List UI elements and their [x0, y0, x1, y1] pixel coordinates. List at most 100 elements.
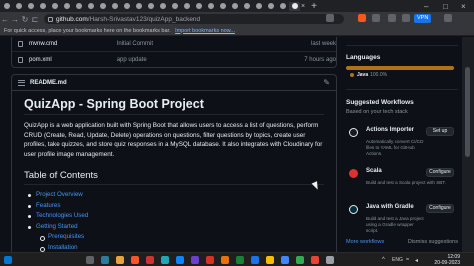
- set-up-button[interactable]: Set up: [426, 127, 454, 136]
- browser-tab-active[interactable]: [289, 1, 300, 11]
- browser-tab[interactable]: [277, 2, 288, 11]
- suggested-workflows-subtitle: Based on your tech stack: [346, 109, 408, 115]
- browser-tab[interactable]: [1, 2, 12, 11]
- address-bar[interactable]: github.com/Harsh-Srivastav123/quizApp_ba…: [44, 14, 344, 24]
- browser-tab[interactable]: [181, 2, 192, 11]
- browser-tab[interactable]: [253, 2, 264, 11]
- commit-age: 7 hours ago: [304, 56, 336, 63]
- app-icon[interactable]: [326, 256, 334, 264]
- language-indicator[interactable]: ENG: [392, 257, 403, 263]
- scrollbar-thumb[interactable]: [465, 67, 470, 157]
- import-bookmarks-link[interactable]: Import bookmarks now...: [175, 28, 235, 34]
- tab-favicon-icon: [27, 3, 34, 9]
- suggested-workflows-heading: Suggested Workflows: [346, 99, 414, 106]
- taskview-icon[interactable]: [101, 256, 109, 264]
- app-icon[interactable]: [221, 256, 229, 264]
- dismiss-suggestions-link[interactable]: Dismiss suggestions: [408, 239, 458, 245]
- outline-list-icon[interactable]: [18, 79, 25, 86]
- sidebar-toggle-icon[interactable]: [402, 14, 410, 22]
- readme-title: QuizApp - Spring Boot Project: [24, 97, 324, 115]
- browser-tab[interactable]: [205, 2, 216, 11]
- browser-tab[interactable]: [85, 2, 96, 11]
- tab-favicon-icon: [183, 3, 190, 9]
- actions-importer-icon: [349, 128, 358, 137]
- browser-tab[interactable]: [265, 2, 276, 11]
- share-icon[interactable]: [326, 14, 334, 22]
- file-name[interactable]: pom.xml: [29, 57, 117, 63]
- browser-tab[interactable]: [13, 2, 24, 11]
- reload-icon[interactable]: ↻: [20, 15, 30, 24]
- wifi-icon[interactable]: ≈: [406, 257, 409, 263]
- vertical-scrollbar[interactable]: [462, 37, 474, 252]
- file-row[interactable]: pom.xml app update 7 hours ago: [12, 52, 336, 67]
- clock[interactable]: 12:09 20-09-2023: [434, 254, 460, 266]
- language-item[interactable]: Java 100.0%: [350, 72, 387, 78]
- browser-tab[interactable]: [217, 2, 228, 11]
- browser-tab[interactable]: [61, 2, 72, 11]
- close-tab-icon[interactable]: ×: [301, 3, 305, 10]
- vscode-icon[interactable]: [176, 256, 184, 264]
- app-icon[interactable]: [146, 256, 154, 264]
- browser-tab[interactable]: [193, 2, 204, 11]
- toc-link-technologies-used[interactable]: Technologies Used: [24, 211, 324, 222]
- rewards-icon[interactable]: [372, 14, 380, 22]
- commit-message[interactable]: app update: [117, 57, 286, 63]
- browser-tab[interactable]: [109, 2, 120, 11]
- app-icon[interactable]: [236, 256, 244, 264]
- browser-tab[interactable]: [25, 2, 36, 11]
- app-icon[interactable]: [311, 256, 319, 264]
- browser-tab[interactable]: [229, 2, 240, 11]
- search-icon[interactable]: [86, 256, 94, 264]
- readme-filename[interactable]: README.md: [30, 80, 67, 86]
- minimize-icon[interactable]: –: [424, 0, 428, 12]
- more-workflows-link[interactable]: More workflows: [346, 239, 384, 245]
- workflow-title: Java with Gradle: [366, 204, 414, 210]
- browser-tab[interactable]: [145, 2, 156, 11]
- divider: [346, 45, 458, 46]
- bookmark-page-icon[interactable]: ⊏: [30, 15, 40, 24]
- toc-link-installation[interactable]: Installation: [24, 243, 324, 252]
- toc-link-features[interactable]: Features: [24, 201, 324, 212]
- commit-message[interactable]: Initial Commit: [117, 41, 286, 47]
- app-icon[interactable]: [296, 256, 304, 264]
- menu-icon[interactable]: [444, 14, 452, 22]
- browser-tab[interactable]: [241, 2, 252, 11]
- close-window-icon[interactable]: ×: [461, 0, 466, 12]
- maximize-icon[interactable]: □: [443, 0, 448, 12]
- browser-tab[interactable]: [73, 2, 84, 11]
- toc-link-project-overview[interactable]: Project Overview: [24, 190, 324, 201]
- file-explorer-icon[interactable]: [116, 256, 124, 264]
- app-icon[interactable]: [266, 256, 274, 264]
- new-tab-icon[interactable]: +: [311, 1, 317, 12]
- back-icon[interactable]: ←: [0, 15, 10, 24]
- app-icon[interactable]: [281, 256, 289, 264]
- configure-button[interactable]: Configure: [426, 168, 454, 177]
- forward-icon[interactable]: →: [10, 15, 20, 24]
- toc-link-getting-started[interactable]: Getting Started: [24, 222, 324, 233]
- browser-tab[interactable]: [97, 2, 108, 11]
- browser-tab[interactable]: [37, 2, 48, 11]
- commit-age: last week: [310, 41, 336, 47]
- browser-tab[interactable]: [49, 2, 60, 11]
- file-row[interactable]: mvnw.cmd Initial Commit last week: [12, 37, 336, 52]
- configure-button[interactable]: Configure: [426, 204, 454, 213]
- app-icon[interactable]: [191, 256, 199, 264]
- browser-tab[interactable]: [157, 2, 168, 11]
- app-icon[interactable]: [161, 256, 169, 264]
- volume-icon[interactable]: ◂: [415, 257, 418, 264]
- start-icon[interactable]: [4, 256, 12, 264]
- vpn-button[interactable]: VPN: [414, 14, 432, 23]
- repo-sidebar: Languages Java 100.0% Suggested Workflow…: [346, 37, 458, 252]
- browser-tab[interactable]: [121, 2, 132, 11]
- browser-tab[interactable]: [169, 2, 180, 11]
- toc-link-prerequisites[interactable]: Prerequisites: [24, 232, 324, 243]
- extensions-icon[interactable]: [388, 14, 396, 22]
- brave-shield-icon[interactable]: [358, 14, 366, 22]
- edit-pencil-icon[interactable]: ✎: [323, 78, 330, 87]
- browser-tab[interactable]: [133, 2, 144, 11]
- file-name[interactable]: mvnw.cmd: [29, 41, 117, 47]
- app-icon[interactable]: [251, 256, 259, 264]
- brave-browser-icon[interactable]: [131, 256, 139, 264]
- chevron-up-icon[interactable]: ^: [382, 257, 385, 263]
- app-icon[interactable]: [206, 256, 214, 264]
